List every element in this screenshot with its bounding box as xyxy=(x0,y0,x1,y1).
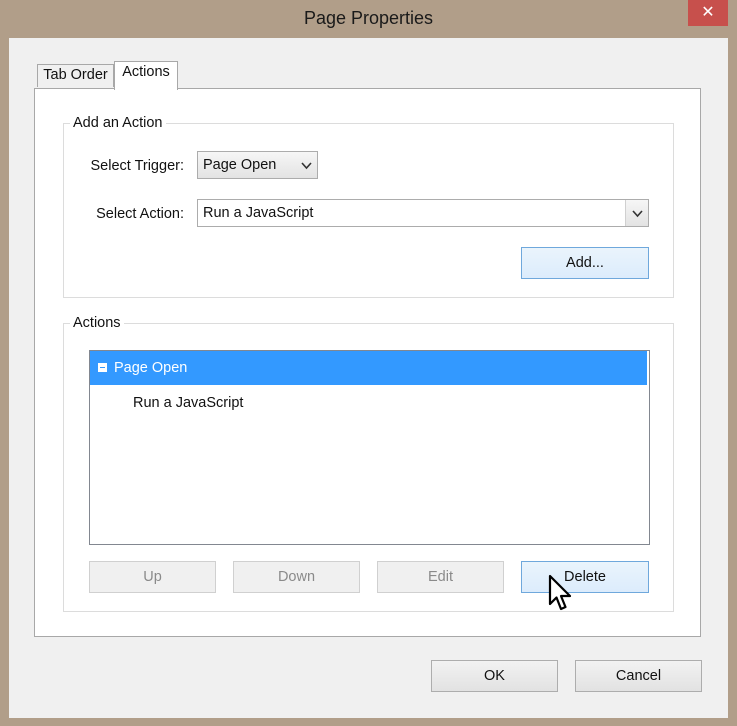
chevron-down-icon xyxy=(625,200,648,226)
edit-button[interactable]: Edit xyxy=(377,561,504,593)
actions-tab-panel: Add an Action Select Trigger: Page Open … xyxy=(34,88,701,637)
down-button[interactable]: Down xyxy=(233,561,360,593)
window-title: Page Properties xyxy=(303,8,434,28)
add-button[interactable]: Add... xyxy=(521,247,649,279)
close-icon: ✕ xyxy=(701,4,715,21)
ok-button[interactable]: OK xyxy=(431,660,558,692)
delete-button[interactable]: Delete xyxy=(521,561,649,593)
tab-label: Tab Order xyxy=(43,67,108,83)
select-trigger-label: Select Trigger: xyxy=(90,158,185,174)
tree-item-run-javascript[interactable]: Run a JavaScript xyxy=(133,395,243,411)
title-bar[interactable]: Page Properties ✕ xyxy=(0,0,737,38)
tab-actions[interactable]: Actions xyxy=(114,61,178,90)
chevron-down-icon xyxy=(301,152,312,188)
tab-label: Actions xyxy=(122,64,170,80)
select-action-dropdown[interactable]: Run a JavaScript xyxy=(197,199,649,227)
add-action-group: Add an Action Select Trigger: Page Open … xyxy=(63,115,674,298)
page-properties-window: Page Properties ✕ Tab Order Actions Add … xyxy=(0,0,737,726)
actions-tree[interactable]: Page Open Run a JavaScript xyxy=(89,350,650,545)
select-action-label: Select Action: xyxy=(96,206,184,222)
select-trigger-value: Page Open xyxy=(203,157,277,173)
collapse-icon[interactable] xyxy=(98,363,107,372)
actions-legend: Actions xyxy=(70,315,124,331)
select-action-value: Run a JavaScript xyxy=(203,205,314,221)
tree-item-label: Page Open xyxy=(114,360,188,376)
mouse-pointer-icon xyxy=(548,574,572,611)
actions-group: Actions Page Open Run a JavaScript Up Do… xyxy=(63,315,674,612)
cancel-button[interactable]: Cancel xyxy=(575,660,702,692)
close-button[interactable]: ✕ xyxy=(688,0,728,26)
up-button[interactable]: Up xyxy=(89,561,216,593)
add-action-legend: Add an Action xyxy=(70,115,166,131)
select-trigger-dropdown[interactable]: Page Open xyxy=(197,151,318,179)
dialog-client-area: Tab Order Actions Add an Action Select T… xyxy=(9,38,728,718)
tab-tab-order[interactable]: Tab Order xyxy=(37,64,114,87)
tree-item-page-open[interactable]: Page Open xyxy=(90,351,647,385)
